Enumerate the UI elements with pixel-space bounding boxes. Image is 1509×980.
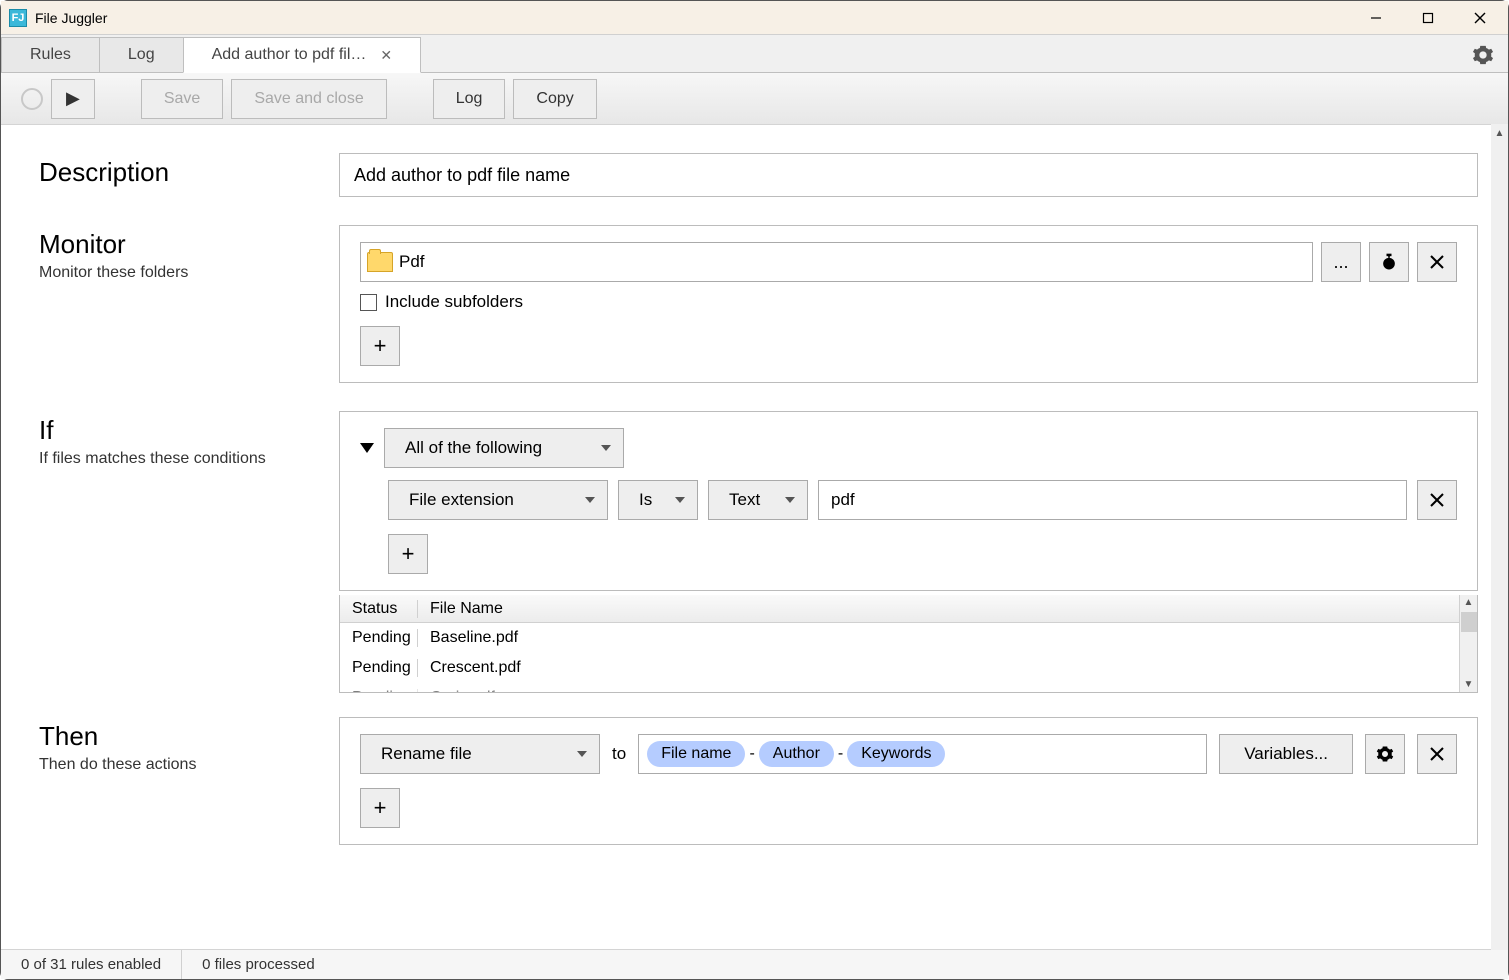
scroll-down-icon[interactable]: ▼: [1464, 677, 1474, 692]
include-subfolders-checkbox[interactable]: [360, 294, 377, 311]
status-indicator: [21, 88, 43, 110]
statusbar: 0 of 31 rules enabled 0 files processed: [1, 949, 1508, 979]
monitor-sub: Monitor these folders: [39, 264, 339, 282]
description-input[interactable]: [339, 153, 1478, 197]
scroll-up-icon[interactable]: ▲: [1464, 595, 1474, 610]
log-button[interactable]: Log: [433, 79, 506, 119]
condition-operator-select[interactable]: Is: [618, 480, 698, 520]
description-row: Description: [39, 153, 1478, 197]
stopwatch-icon: [1379, 252, 1399, 272]
monitor-label: Monitor: [39, 229, 339, 260]
then-sub: Then do these actions: [39, 756, 339, 774]
remove-action-button[interactable]: [1417, 734, 1457, 774]
monitor-panel: Pdf ... Include subfolders +: [339, 225, 1478, 383]
if-row: If If files matches these conditions All…: [39, 411, 1478, 693]
variables-button[interactable]: Variables...: [1219, 734, 1353, 774]
col-status-header[interactable]: Status: [340, 600, 418, 618]
close-icon: [1429, 492, 1445, 508]
action-settings-button[interactable]: [1365, 734, 1405, 774]
scroll-up-icon[interactable]: ▲: [1491, 124, 1508, 142]
content-area: Description Monitor Monitor these folder…: [1, 125, 1508, 949]
if-label: If: [39, 415, 339, 446]
status-rules: 0 of 31 rules enabled: [1, 950, 182, 979]
table-scrollbar[interactable]: ▲ ▼: [1459, 595, 1477, 692]
tab-active-label: Add author to pdf fil…: [212, 46, 367, 64]
matches-table: Status File Name Pending Baseline.pdf Pe…: [339, 595, 1478, 693]
run-button[interactable]: ▶: [51, 79, 95, 119]
remove-folder-button[interactable]: [1417, 242, 1457, 282]
condition-type-select[interactable]: Text: [708, 480, 808, 520]
if-sub: If files matches these conditions: [39, 450, 339, 468]
tab-rules[interactable]: Rules: [1, 37, 100, 73]
browse-button[interactable]: ...: [1321, 242, 1361, 282]
close-button[interactable]: [1454, 2, 1506, 34]
monitor-row: Monitor Monitor these folders Pdf ...: [39, 225, 1478, 383]
add-condition-button[interactable]: +: [388, 534, 428, 574]
then-panel: Rename file to File name - Author - Keyw…: [339, 717, 1478, 845]
condition-value-input[interactable]: [818, 480, 1407, 520]
then-row: Then Then do these actions Rename file t…: [39, 717, 1478, 845]
table-row[interactable]: Pending Crescent.pdf: [340, 653, 1477, 683]
then-label: Then: [39, 721, 339, 752]
settings-button[interactable]: [1472, 38, 1508, 72]
add-action-button[interactable]: +: [360, 788, 400, 828]
tab-log-label: Log: [128, 46, 155, 64]
token-filename[interactable]: File name: [647, 741, 745, 767]
remove-condition-button[interactable]: [1417, 480, 1457, 520]
action-select[interactable]: Rename file: [360, 734, 600, 774]
col-filename-header[interactable]: File Name: [418, 600, 1477, 618]
gear-icon: [1472, 44, 1494, 66]
close-icon: [1429, 746, 1445, 762]
vertical-scrollbar[interactable]: ▲: [1491, 124, 1508, 950]
if-panel: All of the following File extension Is T…: [339, 411, 1478, 591]
folder-path[interactable]: Pdf: [360, 242, 1313, 282]
app-icon: FJ: [9, 9, 27, 27]
to-label: to: [612, 744, 626, 764]
condition-attribute-select[interactable]: File extension: [388, 480, 608, 520]
save-button[interactable]: Save: [141, 79, 223, 119]
scroll-thumb[interactable]: [1461, 612, 1477, 632]
group-operator-select[interactable]: All of the following: [384, 428, 624, 468]
folder-icon: [367, 252, 393, 272]
close-icon: [1429, 254, 1445, 270]
maximize-icon: [1422, 12, 1434, 24]
collapse-toggle[interactable]: [360, 443, 374, 453]
minimize-icon: [1370, 12, 1382, 24]
table-row[interactable]: Pending Baseline.pdf: [340, 623, 1477, 653]
tab-log[interactable]: Log: [99, 37, 184, 73]
tab-active-rule[interactable]: Add author to pdf fil… ✕: [183, 37, 422, 73]
close-icon: [1474, 12, 1486, 24]
include-subfolders-label: Include subfolders: [385, 292, 523, 312]
add-folder-button[interactable]: +: [360, 326, 400, 366]
titlebar: FJ File Juggler: [1, 1, 1508, 35]
maximize-button[interactable]: [1402, 2, 1454, 34]
tab-rules-label: Rules: [30, 46, 71, 64]
tabbar: Rules Log Add author to pdf fil… ✕: [1, 35, 1508, 73]
folder-path-text: Pdf: [399, 252, 425, 272]
status-files: 0 files processed: [182, 950, 335, 979]
copy-button[interactable]: Copy: [513, 79, 596, 119]
save-close-button[interactable]: Save and close: [231, 79, 386, 119]
token-keywords[interactable]: Keywords: [847, 741, 945, 767]
timer-button[interactable]: [1369, 242, 1409, 282]
table-row[interactable]: Pending Curio.pdf: [340, 683, 1477, 693]
description-label: Description: [39, 157, 339, 188]
tab-close-icon[interactable]: ✕: [380, 47, 392, 64]
rename-pattern-input[interactable]: File name - Author - Keywords: [638, 734, 1207, 774]
toolbar: ▶ Save Save and close Log Copy: [1, 73, 1508, 125]
window-title: File Juggler: [35, 10, 107, 26]
minimize-button[interactable]: [1350, 2, 1402, 34]
gear-icon: [1376, 745, 1394, 763]
token-author[interactable]: Author: [759, 741, 834, 767]
